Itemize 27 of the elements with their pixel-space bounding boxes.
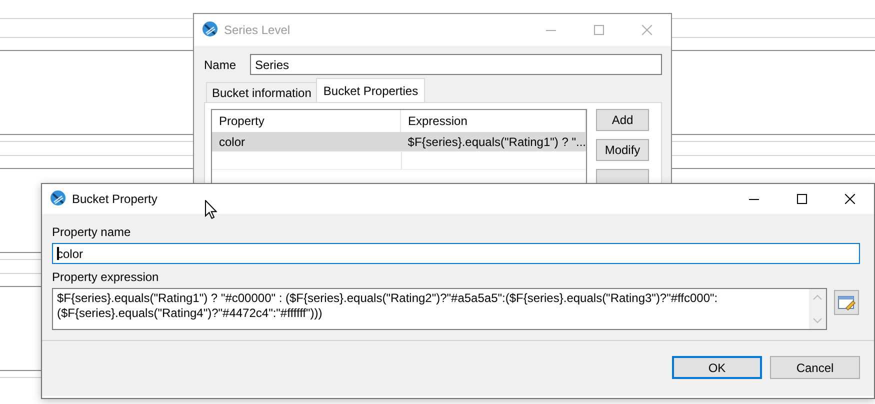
- window-title: Bucket Property: [72, 192, 158, 206]
- scroll-down-icon[interactable]: [813, 318, 822, 324]
- close-icon: [845, 194, 855, 204]
- notepad-pencil-icon: [838, 294, 856, 310]
- scroll-up-icon[interactable]: [813, 294, 822, 300]
- maximize-icon: [797, 194, 807, 204]
- edit-expression-button[interactable]: [834, 290, 859, 315]
- field-label: Property name: [52, 224, 132, 240]
- table-cell-text: $F{series}.equals("Rating1") ? "...: [406, 134, 586, 148]
- action-button[interactable]: Modify: [596, 139, 649, 161]
- table-row[interactable]: color $F{series}.equals("Rating1") ? "...: [212, 132, 586, 151]
- tab[interactable]: Bucket Properties: [316, 78, 426, 102]
- name-field[interactable]: Series: [250, 54, 662, 75]
- field-label: Property expression: [52, 269, 160, 285]
- name-label: Name: [204, 58, 238, 72]
- table-row[interactable]: [212, 151, 586, 170]
- app-logo-icon: [202, 20, 218, 36]
- dialog-button[interactable]: OK: [672, 356, 762, 379]
- app-logo-icon: [50, 190, 66, 206]
- maximize-icon: [594, 25, 604, 35]
- tab[interactable]: Bucket information: [206, 82, 318, 102]
- close-icon: [642, 25, 652, 35]
- expression-field[interactable]: $F{series}.equals("Rating1") ? "#c00000" : ($F{series}.equals("Rating2")?"#a5a5a5":($F{series}.equals("Rating3")?"#ffc000":($F{series}.equals("Rating4")?"#4472c4":"#ffffff"))): [52, 288, 827, 330]
- action-button[interactable]: Add: [596, 109, 649, 131]
- dialog-button[interactable]: Cancel: [770, 356, 860, 379]
- table-cell-text: color: [218, 134, 246, 148]
- window-title: Series Level: [224, 23, 292, 37]
